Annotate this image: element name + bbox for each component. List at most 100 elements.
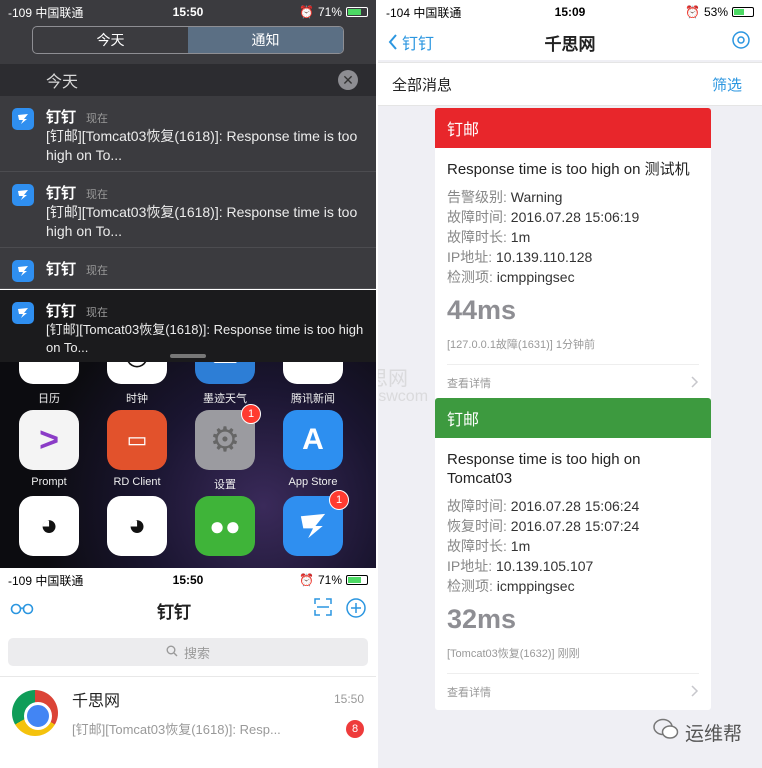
field-key: 故障时间: (447, 209, 507, 225)
chevron-right-icon (691, 375, 699, 391)
carrier-label: -104 中国联通 (386, 5, 462, 20)
unread-badge: 8 (346, 719, 364, 738)
notification-banner[interactable]: 钉钉 现在 [钉邮][Tomcat03恢复(1618)]: Response ti… (0, 290, 376, 362)
qq-icon: ◕ (19, 496, 79, 556)
settings-gear-icon[interactable] (730, 29, 752, 56)
alert-card: 钉邮 Response time is too high on 测试机 告警级别: … (435, 108, 711, 401)
battery-icon (346, 7, 368, 17)
section-title: 今天 (46, 74, 79, 91)
search-input[interactable]: 搜索 (8, 638, 368, 666)
filter-bar: 全部消息 筛选 (378, 62, 762, 106)
view-details-link[interactable]: 查看详情 (447, 365, 699, 401)
alarm-icon: ⏰ (299, 5, 314, 19)
nav-actions (314, 597, 366, 623)
response-time: 32ms (447, 604, 517, 634)
dingtalk-icon (12, 184, 34, 206)
card-field: 故障时间: 2016.07.28 15:06:24 (447, 496, 699, 516)
field-key: 告警级别: (447, 189, 507, 205)
field-key: 检测项: (447, 269, 493, 285)
notification-header: 钉钉 现在 (46, 106, 364, 127)
app-appstore[interactable]: A App Store (269, 410, 357, 488)
watermark-url: qianswcom (378, 388, 429, 405)
notification-center-panel: -109 中国联通 15:50 ⏰ 71% 今天 通知 今天 ✕ 钉钉 现在 [钉邮… (0, 0, 376, 289)
app-badge: 1 (241, 404, 261, 424)
nav-bar: 钉钉 千思网 (378, 24, 762, 60)
field-key: 故障时长: (447, 538, 507, 554)
app-badge: 1 (329, 490, 349, 510)
notification-item[interactable]: 钉钉 现在 [钉邮][Tomcat03恢复(1618)]: Response tim… (0, 172, 376, 248)
response-time: 44ms (447, 295, 517, 325)
notification-item[interactable]: 钉钉 现在 (0, 248, 376, 289)
back-button[interactable]: 钉钉 (388, 30, 434, 54)
card-field: IP地址: 10.139.110.128 (447, 247, 699, 267)
status-right: ⏰ 71% (299, 573, 368, 587)
banner-app: 钉钉 (46, 303, 77, 320)
card-body: Response time is too high on Tomcat03 故障时… (435, 438, 711, 710)
app-dingtalk[interactable]: 1 (269, 490, 357, 562)
app-qq-hd[interactable]: ◕ (93, 496, 181, 562)
banner-time: 现在 (86, 307, 109, 319)
notification-app: 钉钉 (46, 261, 77, 278)
card-title: Response time is too high on Tomcat03 (447, 451, 641, 487)
nav-bar: 钉钉 (0, 592, 376, 628)
notification-app: 钉钉 (46, 109, 77, 126)
field-key: IP地址: (447, 558, 493, 574)
card-field: 故障时长: 1m (447, 227, 699, 247)
app-label: 日历 (38, 393, 60, 405)
add-icon[interactable] (346, 597, 366, 623)
alert-card: 钉邮 Response time is too high on Tomcat03 故… (435, 398, 711, 710)
battery-icon (346, 575, 368, 585)
card-footer: [Tomcat03恢复(1632)] 刚刚 (447, 645, 699, 674)
app-wechat[interactable]: ●● (181, 496, 269, 562)
notification-body: [钉邮][Tomcat03恢复(1618)]: Response time is… (46, 128, 358, 163)
search-placeholder: 搜索 (183, 645, 210, 661)
card-field: 恢复时间: 2016.07.28 15:07:24 (447, 516, 699, 536)
field-key: IP地址: (447, 249, 493, 265)
dingtalk-icon (12, 302, 34, 324)
footer-watermark: 运维帮 (653, 718, 742, 746)
battery-percent: 71% (317, 5, 342, 19)
app-rdclient[interactable]: ▭ RD Client (93, 410, 181, 488)
scan-icon[interactable] (314, 597, 332, 623)
clear-icon[interactable]: ✕ (338, 70, 358, 90)
app-settings[interactable]: ⚙ 1 设置 (181, 404, 269, 492)
card-field: 故障时间: 2016.07.28 15:06:19 (447, 207, 699, 227)
qq-hd-icon: ◕ (107, 496, 167, 556)
field-value: 10.139.105.107 (496, 558, 594, 574)
carrier-label: -109 中国联通 (8, 5, 84, 20)
view-details-label: 查看详情 (447, 378, 491, 390)
status-bar: -104 中国联通 15:09 ⏰ 53% (378, 0, 762, 24)
field-key: 恢复时间: (447, 518, 507, 534)
banner-grabber[interactable] (170, 354, 206, 358)
notification-time: 现在 (86, 113, 109, 125)
segmented-control: 今天 通知 (32, 26, 344, 54)
tab-notifications[interactable]: 通知 (188, 27, 343, 53)
app-qq[interactable]: ◕ (5, 496, 93, 562)
field-value: 10.139.110.128 (496, 249, 593, 265)
appstore-icon: A (283, 410, 343, 470)
app-prompt[interactable]: > Prompt (5, 410, 93, 488)
prompt-icon: > (19, 410, 79, 470)
chat-row[interactable]: 千思网 15:50 [钉邮][Tomcat03恢复(1618)]: Resp..… (0, 676, 376, 748)
view-details-link[interactable]: 查看详情 (447, 674, 699, 710)
battery-percent: 71% (317, 573, 342, 587)
filter-all-label: 全部消息 (392, 76, 453, 94)
app-label: Prompt (31, 476, 67, 488)
field-value: 1m (510, 229, 531, 245)
dingtalk-icon (12, 260, 34, 282)
glasses-icon[interactable] (10, 601, 34, 620)
back-label: 钉钉 (402, 36, 435, 53)
settings-icon: ⚙ 1 (195, 404, 261, 470)
filter-button[interactable]: 筛选 (712, 74, 742, 95)
notification-app: 钉钉 (46, 185, 77, 202)
wechat-icon: ●● (195, 496, 255, 556)
field-key: 检测项: (447, 578, 493, 594)
app-label: 墨迹天气 (203, 393, 247, 405)
notification-header: 钉钉 现在 (46, 258, 108, 279)
app-label: RD Client (113, 476, 161, 488)
tab-today[interactable]: 今天 (33, 27, 188, 53)
notification-item[interactable]: 钉钉 现在 [钉邮][Tomcat03恢复(1618)]: Response tim… (0, 96, 376, 172)
card-field: 检测项: icmppingsec (447, 576, 699, 596)
card-footer: [127.0.0.1故障(1631)] 1分钟前 (447, 336, 699, 365)
field-value: 2016.07.28 15:06:19 (510, 209, 640, 225)
